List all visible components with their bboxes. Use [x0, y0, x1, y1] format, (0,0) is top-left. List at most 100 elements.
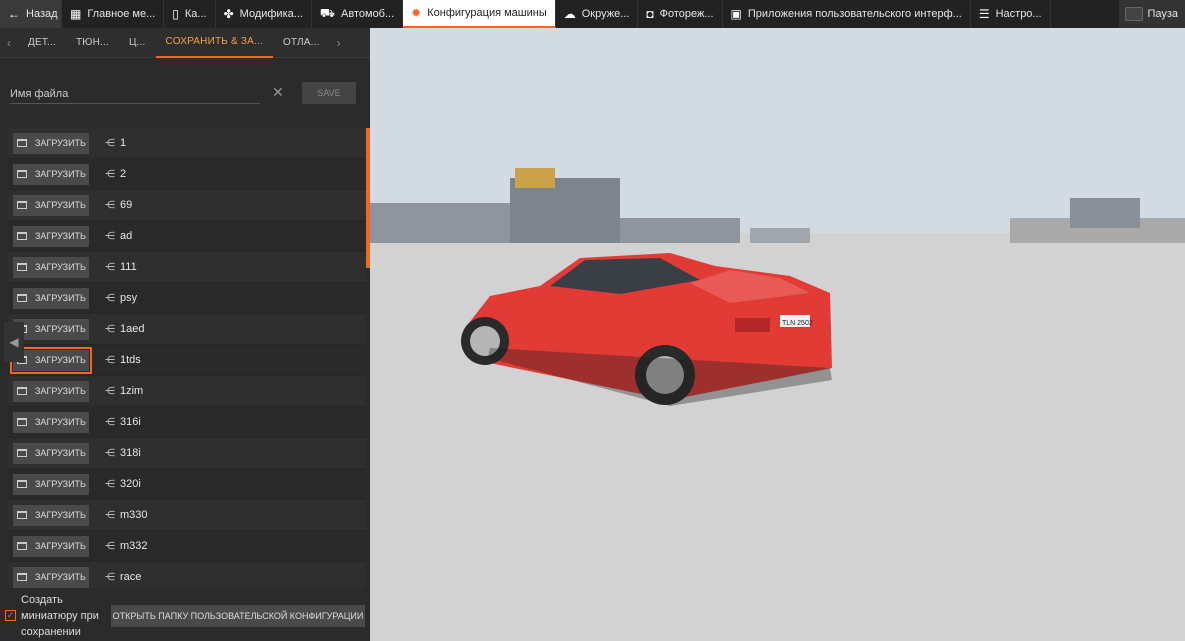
- config-name-label: 1tds: [120, 354, 141, 366]
- tab-label: Главное ме...: [87, 8, 156, 20]
- config-name-label: 69: [120, 199, 133, 211]
- tab-main-menu[interactable]: ▦ Главное ме...: [62, 0, 165, 28]
- config-name-label: 318i: [120, 447, 141, 459]
- subtab-tuning[interactable]: ТЮН...: [66, 28, 119, 58]
- config-name: ⋲ 2: [105, 168, 126, 180]
- load-button[interactable]: ЗАГРУЗИТЬ: [13, 163, 89, 185]
- tab-label: Ка...: [184, 8, 207, 20]
- tab-vehicle-config[interactable]: ✹ Конфигурация машины: [403, 0, 556, 28]
- config-name: ⋲ m330: [105, 509, 148, 521]
- config-row: ЗАГРУЗИТЬ ⋲ 1zim: [8, 376, 366, 407]
- subtab-debug[interactable]: ОТЛА...: [273, 28, 330, 58]
- tab-label: Окруже...: [581, 8, 630, 20]
- load-button[interactable]: ЗАГРУЗИТЬ: [13, 442, 89, 464]
- subtab-color[interactable]: Ц...: [119, 28, 156, 58]
- config-row: ЗАГРУЗИТЬ ⋲ m332: [8, 531, 366, 562]
- apps-icon: ▣: [730, 7, 742, 21]
- folder-icon: [17, 449, 27, 457]
- config-row: ЗАГРУЗИТЬ ⋲ ad: [8, 221, 366, 252]
- share-icon: ⋲: [105, 261, 115, 273]
- config-row: ЗАГРУЗИТЬ ⋲ 69: [8, 190, 366, 221]
- subtab-parts[interactable]: ДЕТ...: [18, 28, 66, 58]
- pause-button[interactable]: Пауза: [1119, 0, 1185, 28]
- bottom-bar: ✓ Создать миниатюру при сохранении ОТКРЫ…: [0, 590, 370, 641]
- load-label: ЗАГРУЗИТЬ: [35, 293, 86, 303]
- share-icon: ⋲: [105, 292, 115, 304]
- tab-photo-mode[interactable]: ◘ Фотореж...: [638, 0, 723, 28]
- tab-label: Автомоб...: [341, 8, 395, 20]
- open-folder-button[interactable]: ОТКРЫТЬ ПАПКУ ПОЛЬЗОВАТЕЛЬСКОЙ КОНФИГУРА…: [111, 605, 365, 627]
- share-icon: ⋲: [105, 137, 115, 149]
- config-name: ⋲ 320i: [105, 478, 141, 490]
- folder-icon: [17, 294, 27, 302]
- collapse-handle-icon[interactable]: ◀: [4, 322, 24, 362]
- load-button[interactable]: ЗАГРУЗИТЬ: [13, 287, 89, 309]
- thumbnail-label: Создать миниатюру при сохранении: [21, 594, 99, 638]
- filename-input[interactable]: [10, 84, 260, 104]
- config-name-label: race: [120, 571, 142, 583]
- tab-label: Настро...: [995, 8, 1042, 20]
- subtab-save-load[interactable]: СОХРАНИТЬ & ЗА...: [155, 28, 273, 58]
- tab-ui-apps[interactable]: ▣ Приложения пользовательского интерф...: [723, 0, 971, 28]
- tab-mods[interactable]: ✤ Модифика...: [216, 0, 312, 28]
- config-row: ЗАГРУЗИТЬ ⋲ race: [8, 562, 366, 588]
- config-row: ЗАГРУЗИТЬ ⋲ 318i: [8, 438, 366, 469]
- config-name-label: 316i: [120, 416, 141, 428]
- folder-icon: [17, 170, 27, 178]
- close-icon[interactable]: ✕: [272, 84, 284, 101]
- load-label: ЗАГРУЗИТЬ: [35, 541, 86, 551]
- tab-environment[interactable]: ☁ Окруже...: [556, 0, 639, 28]
- config-name-label: 2: [120, 168, 127, 180]
- load-button[interactable]: ЗАГРУЗИТЬ: [13, 256, 89, 278]
- config-list: ЗАГРУЗИТЬ ⋲ 1 ЗАГРУЗИТЬ ⋲ 2 ЗАГРУЗИТЬ ⋲ 69 ЗАГРУЗ…: [8, 128, 366, 588]
- load-button[interactable]: ЗАГРУЗИТЬ: [13, 194, 89, 216]
- back-label: Назад: [26, 8, 58, 20]
- tab-map[interactable]: ▯ Ка...: [164, 0, 216, 28]
- config-name: ⋲ 1tds: [105, 354, 141, 366]
- load-button[interactable]: ЗАГРУЗИТЬ: [10, 346, 92, 374]
- game-viewport[interactable]: TLN 2502: [370, 28, 1185, 641]
- folder-icon: [17, 263, 27, 271]
- load-button[interactable]: ЗАГРУЗИТЬ: [13, 132, 89, 154]
- tab-settings[interactable]: ☰ Настро...: [971, 0, 1051, 28]
- config-name: ⋲ psy: [105, 292, 137, 304]
- config-row: ЗАГРУЗИТЬ ⋲ 316i: [8, 407, 366, 438]
- tab-vehicles[interactable]: ⛟ Автомоб...: [312, 0, 404, 28]
- load-button[interactable]: ЗАГРУЗИТЬ: [13, 225, 89, 247]
- config-name: ⋲ 1aed: [105, 323, 144, 335]
- share-icon: ⋲: [105, 230, 115, 242]
- load-button[interactable]: ЗАГРУЗИТЬ: [13, 318, 89, 340]
- config-name-label: 1zim: [120, 385, 144, 397]
- load-label: ЗАГРУЗИТЬ: [35, 510, 86, 520]
- load-button[interactable]: ЗАГРУЗИТЬ: [13, 566, 89, 588]
- share-icon: ⋲: [105, 540, 115, 552]
- chevron-right-icon[interactable]: ›: [330, 36, 348, 50]
- config-name-label: ad: [120, 230, 133, 242]
- tab-label: Конфигурация машины: [427, 7, 547, 19]
- load-label: ЗАГРУЗИТЬ: [35, 200, 86, 210]
- share-icon: ⋲: [105, 323, 115, 335]
- config-name: ⋲ m332: [105, 540, 148, 552]
- share-icon: ⋲: [105, 478, 115, 490]
- pause-label: Пауза: [1147, 8, 1178, 20]
- back-button[interactable]: ← Назад: [0, 0, 62, 28]
- load-button[interactable]: ЗАГРУЗИТЬ: [13, 411, 89, 433]
- share-icon: ⋲: [105, 571, 115, 583]
- load-button[interactable]: ЗАГРУЗИТЬ: [13, 380, 89, 402]
- top-menu-bar: ← Назад ▦ Главное ме... ▯ Ка... ✤ Модифика.…: [0, 0, 1185, 28]
- load-button[interactable]: ЗАГРУЗИТЬ: [13, 504, 89, 526]
- config-name-label: m332: [120, 540, 148, 552]
- load-button[interactable]: ЗАГРУЗИТЬ: [13, 473, 89, 495]
- save-button[interactable]: SAVE: [302, 82, 356, 104]
- share-icon: ⋲: [105, 509, 115, 521]
- share-icon: ⋲: [105, 168, 115, 180]
- share-icon: ⋲: [105, 354, 115, 366]
- config-name: ⋲ race: [105, 571, 141, 583]
- share-icon: ⋲: [105, 416, 115, 428]
- config-row: ЗАГРУЗИТЬ ⋲ 111: [8, 252, 366, 283]
- config-name-label: psy: [120, 292, 138, 304]
- load-button[interactable]: ЗАГРУЗИТЬ: [13, 535, 89, 557]
- chevron-left-icon[interactable]: ‹: [0, 36, 18, 50]
- thumbnail-checkbox[interactable]: ✓: [5, 610, 16, 621]
- config-panel: ‹ ДЕТ... ТЮН... Ц... СОХРАНИТЬ & ЗА... О…: [0, 28, 370, 641]
